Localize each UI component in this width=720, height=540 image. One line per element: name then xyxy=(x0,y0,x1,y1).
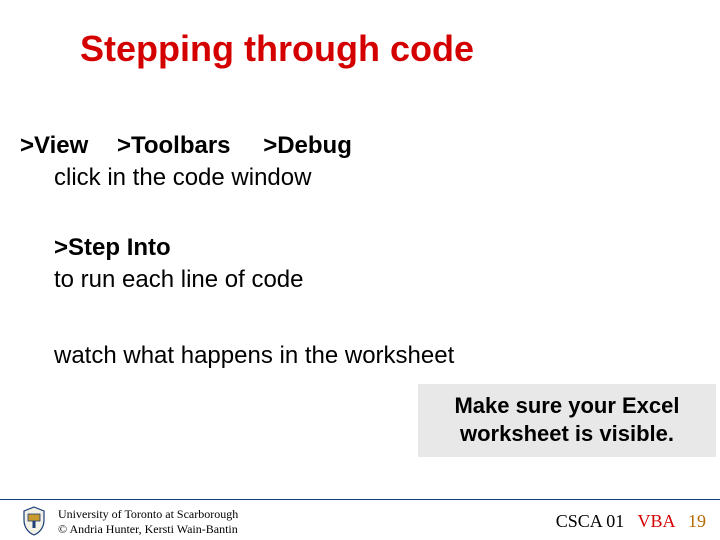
menu-toolbars: >Toolbars xyxy=(117,130,231,162)
footer-attribution: University of Toronto at Scarborough © A… xyxy=(58,507,238,536)
step-into-block: >Step Into to run each line of code xyxy=(54,232,304,297)
footer-line2: © Andria Hunter, Kersti Wain-Bantin xyxy=(58,522,238,536)
footer-right: CSCA 01 VBA 19 xyxy=(556,511,706,532)
footer: University of Toronto at Scarborough © A… xyxy=(0,499,720,540)
course-code: CSCA 01 xyxy=(556,511,625,531)
footer-line1: University of Toronto at Scarborough xyxy=(58,507,238,521)
run-instruction: to run each line of code xyxy=(54,264,304,296)
menu-debug: >Debug xyxy=(263,130,352,162)
menu-step-into: >Step Into xyxy=(54,232,171,264)
course-topic: VBA xyxy=(637,511,674,531)
menu-path-line: >View >Toolbars >Debug xyxy=(20,130,352,162)
menu-view: >View xyxy=(20,130,88,162)
slide: Stepping through code >View >Toolbars >D… xyxy=(0,0,720,540)
click-instruction: click in the code window xyxy=(54,162,352,194)
page-number: 19 xyxy=(688,511,706,531)
callout-box: Make sure your Excel worksheet is visibl… xyxy=(418,384,716,457)
watch-instruction: watch what happens in the worksheet xyxy=(54,340,454,372)
menu-path-block: >View >Toolbars >Debug click in the code… xyxy=(20,130,352,195)
slide-title: Stepping through code xyxy=(80,28,474,70)
university-crest-icon xyxy=(22,506,46,536)
